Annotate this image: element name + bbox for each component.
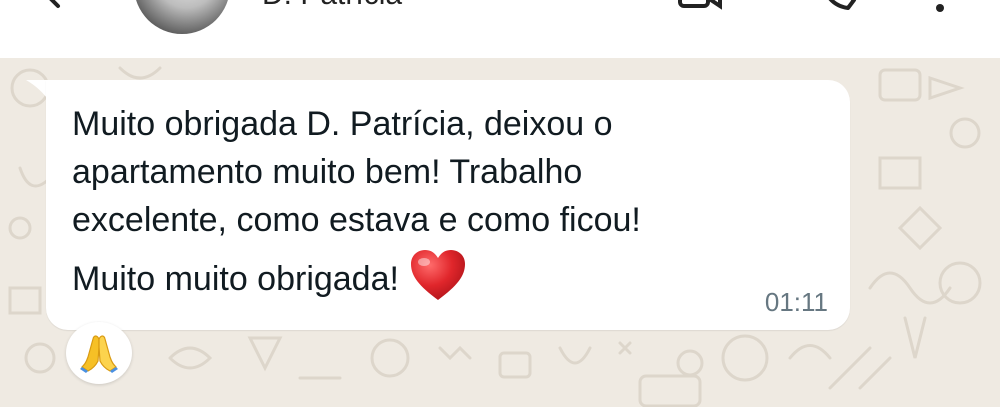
- phone-call-icon[interactable]: [818, 0, 862, 16]
- message-last-line-text: Muito muito obrigada!: [72, 259, 399, 298]
- message-timestamp: 01:11: [764, 287, 828, 317]
- message-line: excelente, como estava e como ficou!: [72, 201, 641, 239]
- message-line: Muito obrigada D. Patrícia, deixou o: [72, 105, 613, 143]
- red-heart-emoji-icon: [410, 250, 465, 300]
- message-text: Muito obrigada D. Patrícia, deixou o apa…: [72, 100, 832, 308]
- message-reaction[interactable]: [66, 322, 132, 384]
- contact-avatar[interactable]: [134, 0, 230, 34]
- contact-name[interactable]: D. Patrícia: [262, 0, 402, 12]
- incoming-message-bubble[interactable]: Muito obrigada D. Patrícia, deixou o apa…: [46, 80, 850, 330]
- folded-hands-emoji-icon: [80, 335, 118, 373]
- back-arrow-icon[interactable]: [40, 0, 80, 14]
- more-options-icon[interactable]: [928, 0, 952, 16]
- chat-header: D. Patrícia: [0, 0, 1000, 58]
- video-call-icon[interactable]: [676, 0, 724, 16]
- message-last-line: Muito muito obrigada!: [72, 250, 832, 308]
- message-line: apartamento muito bem! Trabalho: [72, 153, 583, 191]
- chat-area[interactable]: Muito obrigada D. Patrícia, deixou o apa…: [0, 58, 1000, 407]
